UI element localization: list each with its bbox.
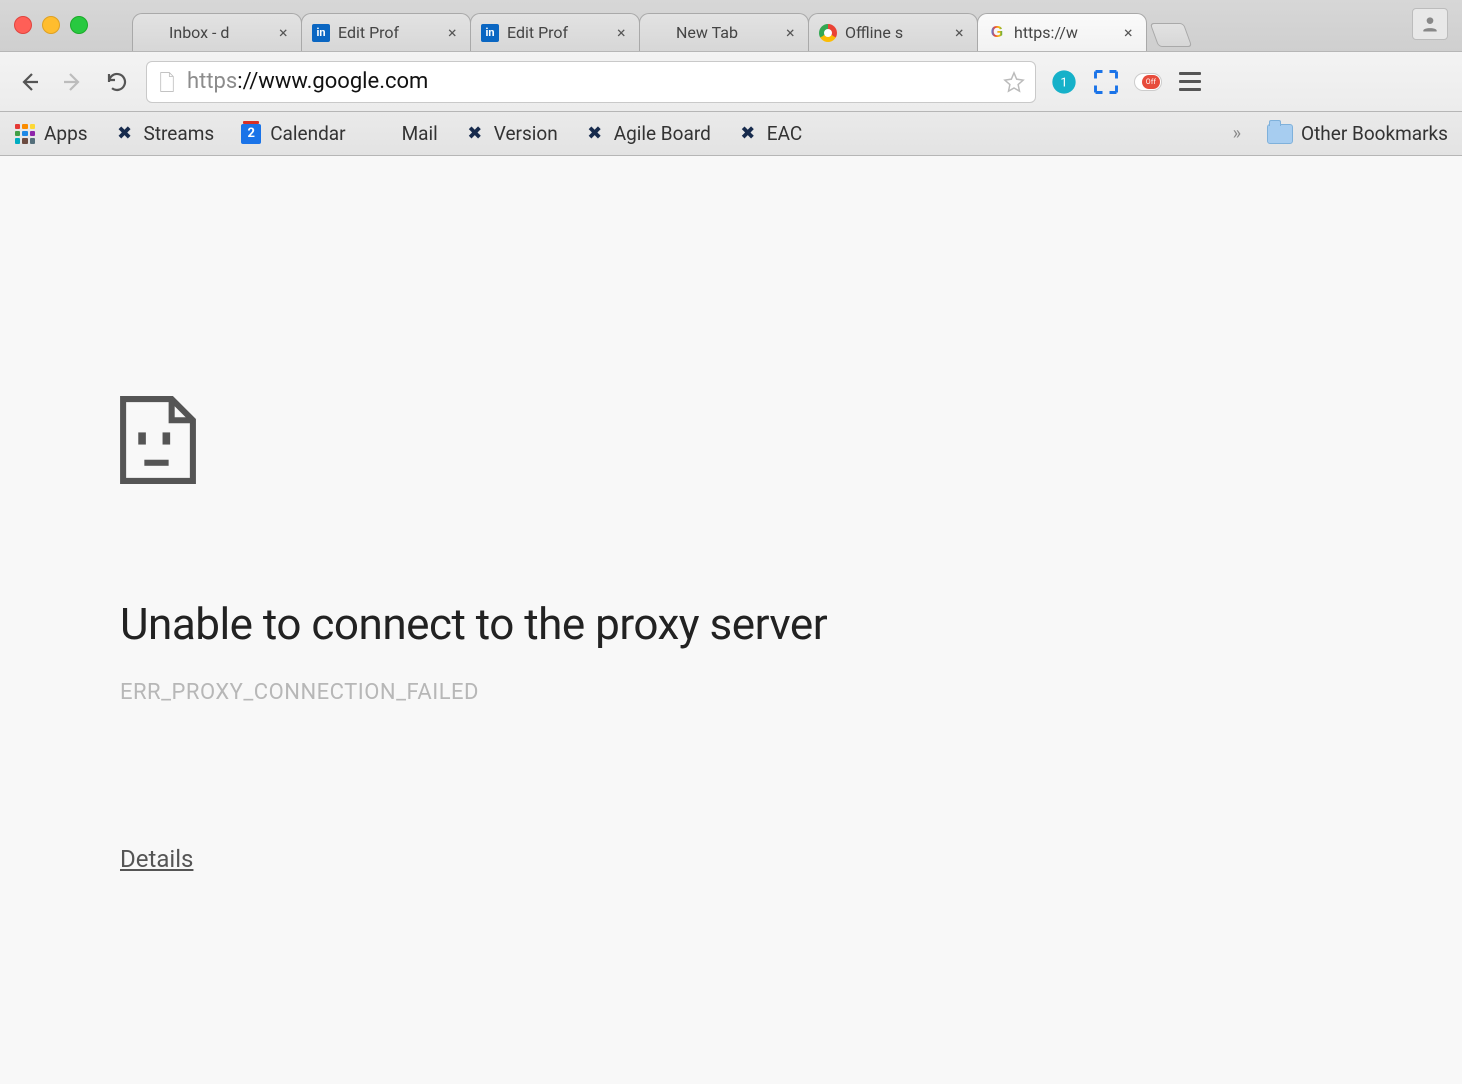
linkedin-icon: in xyxy=(481,24,499,42)
bookmark-label: Calendar xyxy=(270,122,345,145)
close-tab-icon[interactable]: × xyxy=(279,23,293,42)
bookmark-label: Apps xyxy=(44,122,88,145)
folder-icon xyxy=(1267,124,1293,144)
bookmark-agile-board[interactable]: ✖︎ Agile Board xyxy=(584,122,711,145)
bookmarks-bar: Apps ✖︎ Streams 2 Calendar M Mail ✖︎ Ver… xyxy=(0,112,1462,156)
gmail-icon: M xyxy=(143,24,161,42)
address-bar[interactable]: https://www.google.com xyxy=(146,61,1036,103)
tab-strip: M Inbox - d × in Edit Prof × in Edit Pro… xyxy=(132,0,1188,51)
bookmark-label: Streams xyxy=(144,122,215,145)
reload-icon xyxy=(105,70,129,94)
gmail-icon: M xyxy=(372,123,394,145)
bookmark-version[interactable]: ✖︎ Version xyxy=(464,122,558,145)
extension-button-2[interactable] xyxy=(1092,68,1120,96)
tab-edit-profile-1[interactable]: in Edit Prof × xyxy=(301,13,471,51)
linkedin-icon: in xyxy=(312,24,330,42)
url-text: https://www.google.com xyxy=(187,69,993,94)
error-code: ERR_PROXY_CONNECTION_FAILED xyxy=(120,680,1462,705)
chrome-icon xyxy=(819,24,837,42)
arrow-right-icon xyxy=(61,70,85,94)
tab-title: Inbox - d xyxy=(169,23,273,42)
forward-button[interactable] xyxy=(58,67,88,97)
close-window-button[interactable] xyxy=(14,16,32,34)
arrow-left-icon xyxy=(17,70,41,94)
blank-icon xyxy=(650,24,668,42)
tab-new-tab[interactable]: New Tab × xyxy=(639,13,809,51)
bookmark-streams[interactable]: ✖︎ Streams xyxy=(114,122,215,145)
window-controls xyxy=(14,16,88,34)
error-title: Unable to connect to the proxy server xyxy=(120,598,1462,650)
bookmark-label: Version xyxy=(494,122,558,145)
bookmark-mail[interactable]: M Mail xyxy=(372,122,438,145)
bookmark-eac[interactable]: ✖︎ EAC xyxy=(737,122,802,145)
user-icon xyxy=(1420,14,1440,34)
tab-title: Edit Prof xyxy=(338,23,442,42)
back-button[interactable] xyxy=(14,67,44,97)
bookmark-calendar[interactable]: 2 Calendar xyxy=(240,122,345,145)
tab-google[interactable]: G https://w × xyxy=(977,13,1147,51)
tab-inbox[interactable]: M Inbox - d × xyxy=(132,13,302,51)
new-tab-button[interactable] xyxy=(1150,23,1193,47)
nav-toolbar: https://www.google.com 1 Off xyxy=(0,52,1462,112)
calendar-icon: 2 xyxy=(240,123,262,145)
toggle-knob: Off xyxy=(1142,75,1160,89)
close-tab-icon[interactable]: × xyxy=(617,23,631,42)
close-tab-icon[interactable]: × xyxy=(786,23,800,42)
bookmark-label: Mail xyxy=(402,122,438,145)
tab-edit-profile-2[interactable]: in Edit Prof × xyxy=(470,13,640,51)
other-bookmarks-label: Other Bookmarks xyxy=(1301,122,1448,145)
bookmark-label: Agile Board xyxy=(614,122,711,145)
minimize-window-button[interactable] xyxy=(42,16,60,34)
bookmark-star-icon[interactable] xyxy=(1003,71,1025,93)
tab-title: Edit Prof xyxy=(507,23,611,42)
sad-file-icon xyxy=(120,396,196,484)
profile-button[interactable] xyxy=(1412,8,1448,40)
extension-button-1[interactable]: 1 xyxy=(1050,68,1078,96)
jira-icon: ✖︎ xyxy=(737,123,759,145)
chrome-menu-button[interactable] xyxy=(1176,68,1204,96)
bookmark-label: EAC xyxy=(767,122,802,145)
google-icon: G xyxy=(988,24,1006,42)
bookmarks-overflow-icon[interactable]: » xyxy=(1233,123,1241,144)
zoom-window-button[interactable] xyxy=(70,16,88,34)
svg-text:1: 1 xyxy=(1060,75,1067,90)
close-tab-icon[interactable]: × xyxy=(955,23,969,42)
tab-title: New Tab xyxy=(676,23,780,42)
details-link[interactable]: Details xyxy=(120,845,193,873)
page-content: Unable to connect to the proxy server ER… xyxy=(0,156,1462,1084)
reload-button[interactable] xyxy=(102,67,132,97)
apps-icon xyxy=(14,123,36,145)
window-titlebar: M Inbox - d × in Edit Prof × in Edit Pro… xyxy=(0,0,1462,52)
jira-icon: ✖︎ xyxy=(114,123,136,145)
tab-offline[interactable]: Offline s × xyxy=(808,13,978,51)
tab-title: Offline s xyxy=(845,23,949,42)
close-tab-icon[interactable]: × xyxy=(448,23,462,42)
page-icon xyxy=(157,71,177,93)
tab-title: https://w xyxy=(1014,23,1118,42)
extension-toggle[interactable]: Off xyxy=(1134,68,1162,96)
other-bookmarks-button[interactable]: Other Bookmarks xyxy=(1267,122,1448,145)
bookmark-apps[interactable]: Apps xyxy=(14,122,88,145)
toggle-switch[interactable]: Off xyxy=(1134,73,1162,91)
close-tab-icon[interactable]: × xyxy=(1124,23,1138,42)
circle-icon: 1 xyxy=(1050,68,1078,96)
jira-icon: ✖︎ xyxy=(584,123,606,145)
frame-icon xyxy=(1092,68,1120,96)
jira-icon: ✖︎ xyxy=(464,123,486,145)
